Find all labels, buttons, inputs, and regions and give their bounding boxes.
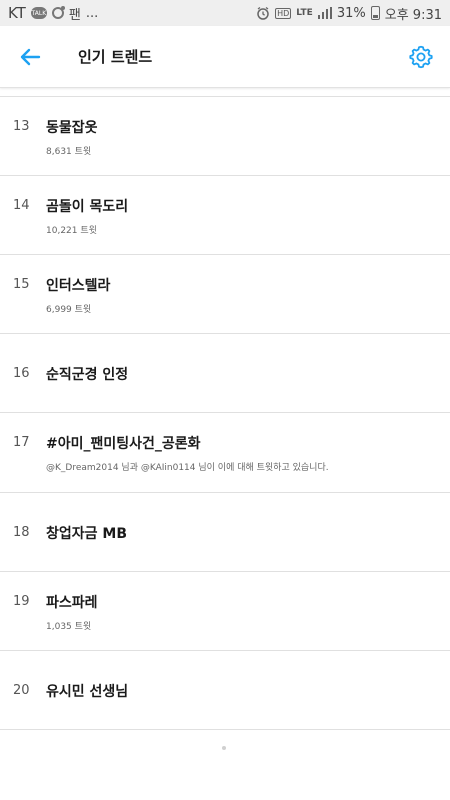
trend-rank: 14 (13, 198, 30, 213)
status-bar-left: KT TALK 팬 ... (8, 4, 98, 23)
page-title: 인기 트렌드 (78, 48, 153, 66)
trend-row[interactable]: 18 창업자금 MB (0, 493, 450, 572)
trend-name: 곰돌이 목도리 (46, 199, 129, 215)
more-notifications-label: ... (85, 5, 99, 21)
trend-name: 순직군경 인정 (46, 367, 129, 383)
app-notification-label: 팬 (68, 7, 81, 23)
talk-notification-icon: TALK (30, 7, 47, 19)
clock: 오후 9:31 (384, 7, 442, 23)
loading-indicator (222, 746, 226, 750)
trend-tweet-count: 6,999 트윗 (46, 305, 92, 315)
hd-voice-icon: HD (275, 7, 292, 19)
trend-rank: 20 (13, 683, 30, 698)
trend-row[interactable]: 20 유시민 선생님 (0, 651, 450, 730)
trend-rank: 16 (13, 366, 30, 381)
trend-name: 유시민 선생님 (46, 684, 129, 700)
trend-name: 인터스텔라 (46, 278, 111, 294)
trend-name: #아미_팬미팅사건_공론화 (46, 436, 201, 452)
trend-tweet-count: 1,035 트윗 (46, 622, 92, 632)
signal-strength-icon (317, 7, 332, 19)
settings-button[interactable] (404, 40, 438, 74)
carrier-label: KT (8, 4, 26, 22)
battery-icon (370, 6, 380, 20)
alarm-icon (257, 6, 269, 20)
trend-tweet-count: 8,631 트윗 (46, 147, 92, 157)
arrow-left-icon (20, 48, 41, 66)
trend-name: 창업자금 MB (46, 526, 127, 542)
trend-rank: 17 (13, 435, 30, 450)
trend-row[interactable]: 19 파스파레 1,035 트윗 (0, 572, 450, 651)
trend-context: @K_Dream2014 님과 @KAIin0114 님이 이에 대해 트윗하고… (46, 463, 329, 473)
trend-rank: 19 (13, 594, 30, 609)
back-button[interactable] (12, 40, 48, 74)
trend-rank: 18 (13, 525, 30, 540)
trend-name: 파스파레 (46, 595, 98, 611)
trend-row[interactable]: 13 동물잡옷 8,631 트윗 (0, 97, 450, 176)
trend-row[interactable]: 17 #아미_팬미팅사건_공론화 @K_Dream2014 님과 @KAIin0… (0, 413, 450, 493)
gear-icon (409, 45, 433, 69)
music-notification-icon (51, 6, 65, 19)
trend-row[interactable]: 16 순직군경 인정 (0, 334, 450, 413)
status-bar: KT TALK 팬 ... HD LTE 31% 오후 9:31 (0, 0, 450, 26)
trend-tweet-count: 10,221 트윗 (46, 226, 97, 236)
trend-name: 동물잡옷 (46, 120, 98, 136)
trend-row[interactable]: 15 인터스텔라 6,999 트윗 (0, 255, 450, 334)
battery-percent: 31% (336, 5, 366, 21)
trend-rank: 15 (13, 277, 30, 292)
lte-icon: LTE (296, 7, 313, 18)
trend-row[interactable]: 14 곰돌이 목도리 10,221 트윗 (0, 176, 450, 255)
trend-rank: 13 (13, 119, 30, 134)
app-header: 인기 트렌드 (0, 26, 450, 88)
status-bar-right: HD LTE 31% 오후 9:31 (256, 4, 442, 23)
